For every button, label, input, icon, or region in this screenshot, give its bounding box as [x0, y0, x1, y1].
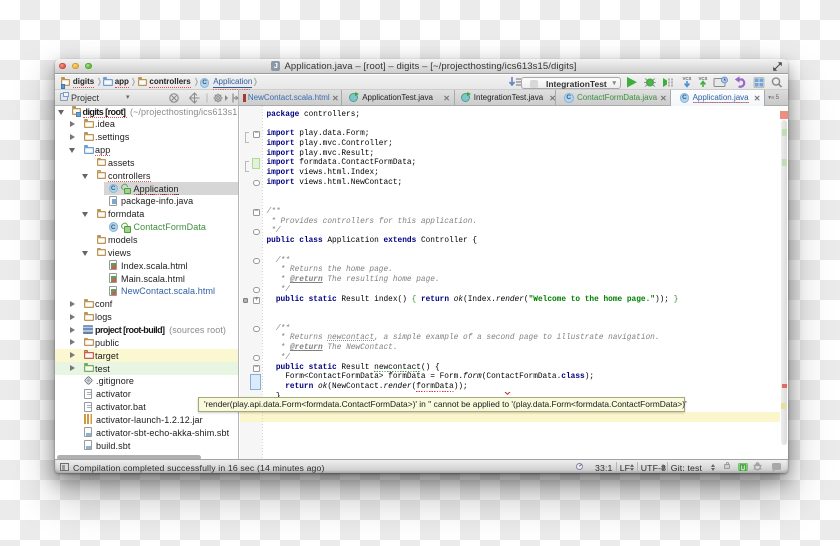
- svg-text:VCS: VCS: [683, 76, 692, 81]
